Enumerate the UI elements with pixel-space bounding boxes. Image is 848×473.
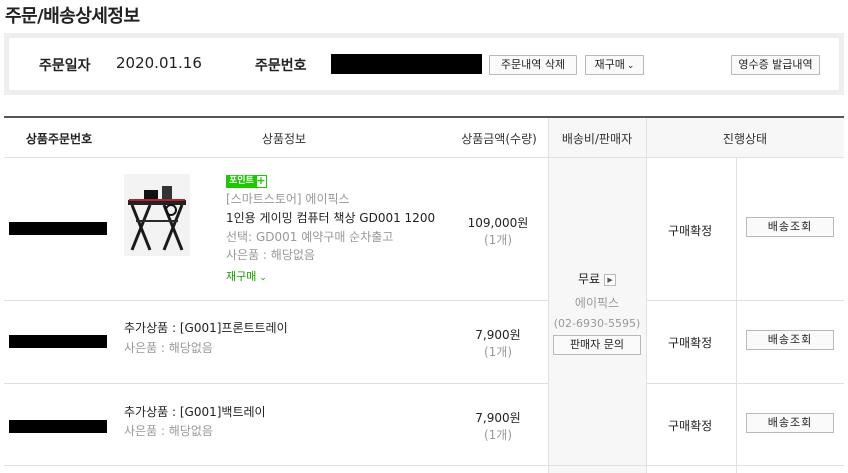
order-status: 구매확정 [668,224,713,238]
product-option: 선택: GD001 예약구매 순차출고 [226,230,394,244]
gift-info: 사은품 : 해당없음 [124,341,213,355]
gift-info: 사은품 : 해당없음 [226,248,315,262]
header-shipping-seller: 배송비/판매자 [561,132,633,146]
reorder-dropdown-button[interactable]: 재구매 ⌄ [585,55,644,75]
delete-order-history-button[interactable]: 주문내역 삭제 [489,55,577,75]
item-order-number-redacted [9,335,107,348]
chevron-down-icon: ⌄ [626,61,635,71]
item-order-number-redacted [9,222,107,235]
item-price: 109,000원 [467,216,529,230]
product-thumbnail[interactable] [124,174,190,256]
plus-badge: + [255,174,267,188]
row-divider [4,465,844,466]
header-price-qty: 상품금액(수량) [461,132,537,146]
item-order-number-redacted [9,420,107,433]
order-status: 구매확정 [668,419,713,433]
row-divider [4,300,548,301]
item-quantity: (1개) [483,428,513,442]
receipt-history-button[interactable]: 영수증 발급내역 [731,55,820,75]
seller-inquiry-button[interactable]: 판매자 문의 [553,335,641,355]
header-item-order-no: 상품주문번호 [25,132,93,146]
order-detail-table: 상품주문번호 상품정보 상품금액(수량) 배송비/판매자 진행상태 포인트 + … [4,116,844,473]
shipping-fee[interactable]: 무료 ▶ [548,270,646,287]
item-quantity: (1개) [483,233,513,247]
reorder-label: 재구매 [594,58,625,71]
gaming-desk-image [124,174,190,256]
track-delivery-button[interactable]: 배송조회 [746,413,834,433]
product-name[interactable]: 추가상품 : [G001]백트레이 [124,403,266,420]
track-delivery-button[interactable]: 배송조회 [746,217,834,237]
item-quantity: (1개) [483,345,513,359]
column-divider [646,118,647,473]
play-arrow-icon: ▶ [604,274,617,286]
reorder-link-label: 재구매 [226,270,257,283]
seller-name: 에이픽스 [574,296,620,310]
point-badge: 포인트 [226,175,257,188]
order-number-redacted [331,54,482,74]
product-name[interactable]: 1인용 게이밍 컴퓨터 책상 GD001 1200 [226,209,435,226]
gift-info: 사은품 : 해당없음 [124,424,213,438]
order-status: 구매확정 [668,336,713,350]
row-divider [4,383,548,384]
store-name[interactable]: [스마트스토어] 에이픽스 [226,190,350,207]
track-delivery-button[interactable]: 배송조회 [746,330,834,350]
order-number-label: 주문번호 [255,58,307,74]
product-name[interactable]: 추가상품 : [G001]프론트트레이 [124,319,288,336]
item-price: 7,900원 [475,328,521,342]
seller-phone: (02-6930-5595) [553,317,641,330]
order-date-value: 2020.01.16 [116,54,202,72]
row-divider [646,300,844,301]
order-date-label: 주문일자 [39,58,91,74]
row-divider [646,383,844,384]
item-price: 7,900원 [475,411,521,425]
column-divider [736,157,737,473]
order-summary: 주문일자 2020.01.16 주문번호 주문내역 삭제 재구매 ⌄ 영수증 발급… [4,33,844,95]
shipping-fee-label: 무료 [577,272,601,286]
header-product-info: 상품정보 [261,132,307,146]
page-title: 주문/배송상세정보 [5,6,140,27]
header-status: 진행상태 [722,132,768,146]
chevron-down-icon: ⌄ [256,273,267,283]
header-divider [4,157,844,158]
reorder-link[interactable]: 재구매 ⌄ [226,268,267,284]
